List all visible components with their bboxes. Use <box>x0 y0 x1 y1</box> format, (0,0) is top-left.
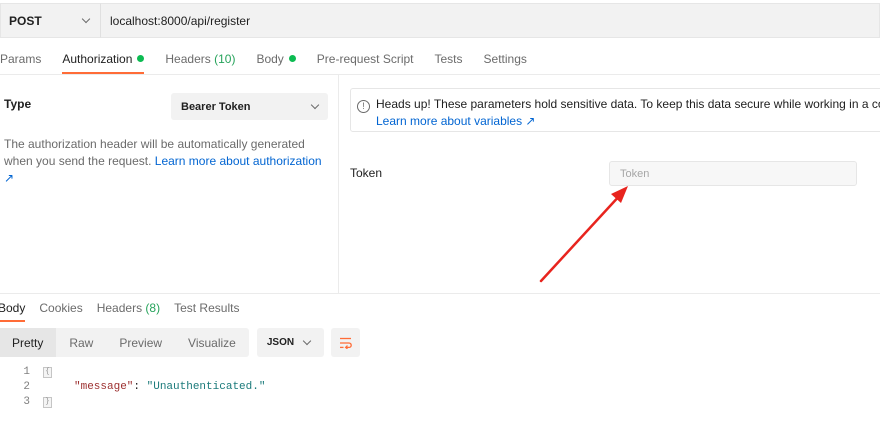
tab-body[interactable]: Body <box>256 46 296 74</box>
tab-label: Settings <box>483 52 527 66</box>
notice-text: Heads up! These parameters hold sensitiv… <box>376 97 880 111</box>
tab-label: Body <box>256 52 284 66</box>
tab-test-results[interactable]: Test Results <box>174 300 239 322</box>
preview-button[interactable]: Preview <box>106 328 175 357</box>
section-divider <box>0 293 880 294</box>
code-line: 2 "message": "Unauthenticated." <box>0 380 880 395</box>
tab-label: Headers <box>96 301 143 315</box>
tab-authorization[interactable]: Authorization <box>62 46 145 74</box>
panel-divider <box>338 75 339 293</box>
auth-type-select[interactable]: Bearer Token <box>171 93 328 120</box>
info-icon: ! <box>357 100 370 113</box>
json-colon: : <box>133 381 147 393</box>
method-select[interactable]: POST <box>0 3 100 38</box>
language-value: JSON <box>266 337 295 348</box>
tab-count: (8) <box>145 301 161 315</box>
status-dot-icon <box>288 55 296 62</box>
tab-label: Params <box>0 52 42 66</box>
language-select[interactable]: JSON <box>256 328 324 357</box>
sensitive-data-notice: ! Heads up! These parameters hold sensiti… <box>350 88 880 132</box>
tab-label: Body <box>0 301 26 315</box>
chevron-down-icon <box>81 14 91 24</box>
code-line: 1 { <box>0 365 880 380</box>
code-line: 3 } <box>0 395 880 410</box>
pretty-button[interactable]: Pretty <box>0 328 57 357</box>
tab-settings[interactable]: Settings <box>484 46 527 74</box>
tab-tests[interactable]: Tests <box>435 46 463 74</box>
chevron-down-icon <box>310 100 320 110</box>
auth-type-label: Type <box>4 97 32 111</box>
learn-more-variables-link[interactable]: Learn more about variables ↗ <box>376 114 535 128</box>
wrap-lines-button[interactable] <box>330 328 360 357</box>
token-input[interactable] <box>609 161 857 186</box>
tab-response-body[interactable]: Body <box>0 300 26 322</box>
auth-type-value: Bearer Token <box>181 100 251 113</box>
url-text: localhost:8000/api/register <box>110 13 251 28</box>
tab-label: Headers <box>165 52 211 66</box>
json-key: "message" <box>74 381 134 393</box>
chevron-down-icon <box>302 336 312 346</box>
tab-label: Tests <box>434 52 463 66</box>
response-code-viewer[interactable]: 1 { 2 "message": "Unauthenticated." 3 } <box>0 365 880 410</box>
response-tabs: Body Cookies Headers (8) Test Results <box>0 300 253 322</box>
line-number: 1 <box>23 366 30 378</box>
request-tabs: Params Authorization Headers (10) Body P… <box>0 46 548 74</box>
status-dot-icon <box>137 55 145 62</box>
wrap-lines-icon <box>339 337 352 349</box>
token-label: Token <box>350 166 383 180</box>
method-label: POST <box>9 13 42 28</box>
visualize-button[interactable]: Visualize <box>175 328 249 357</box>
tab-pre-request-script[interactable]: Pre-request Script <box>317 46 414 74</box>
tab-params[interactable]: Params <box>0 46 41 74</box>
auth-description: The authorization header will be automat… <box>4 136 329 187</box>
tab-label: Authorization <box>62 52 133 66</box>
tab-label: Test Results <box>174 301 240 315</box>
fold-icon[interactable]: { <box>43 367 52 378</box>
line-number: 2 <box>23 381 30 393</box>
divider <box>0 74 880 75</box>
tab-label: Pre-request Script <box>316 52 414 66</box>
tab-label: Cookies <box>39 301 83 315</box>
postman-window: POST localhost:8000/api/register Params … <box>0 0 880 441</box>
fold-icon[interactable]: } <box>43 397 52 408</box>
line-number: 3 <box>23 396 30 408</box>
tab-cookies[interactable]: Cookies <box>39 300 82 322</box>
json-value: "Unauthenticated." <box>146 381 266 393</box>
view-mode-group: Pretty Raw Preview Visualize <box>0 328 249 357</box>
url-input[interactable]: localhost:8000/api/register <box>100 3 880 38</box>
request-bar: POST localhost:8000/api/register <box>0 3 880 38</box>
tab-count: (10) <box>214 52 236 66</box>
raw-button[interactable]: Raw <box>56 328 106 357</box>
format-toolbar: Pretty Raw Preview Visualize JSON <box>0 328 360 357</box>
tab-headers[interactable]: Headers (10) <box>165 46 235 74</box>
tab-response-headers[interactable]: Headers (8) <box>97 300 160 322</box>
code-text: "message": "Unauthenticated." <box>74 380 265 395</box>
